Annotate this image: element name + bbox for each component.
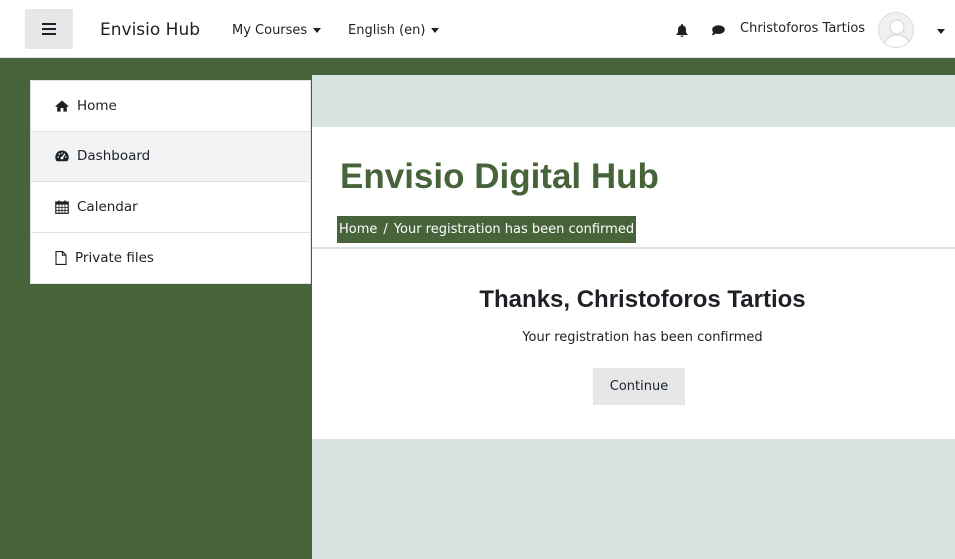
dashboard-icon <box>55 150 69 162</box>
calendar-icon <box>55 200 69 214</box>
sidebar-item-calendar[interactable]: Calendar <box>31 182 310 233</box>
page-title: Envisio Digital Hub <box>340 157 659 196</box>
sidebar-nav: Home Dashboard Calendar Private files <box>30 80 311 284</box>
sidebar-item-dashboard[interactable]: Dashboard <box>31 131 310 182</box>
language-menu[interactable]: English (en) <box>348 23 440 38</box>
caret-down-icon <box>313 28 322 33</box>
hamburger-icon <box>42 23 56 35</box>
sidebar-item-label: Home <box>77 97 117 114</box>
site-brand[interactable]: Envisio Hub <box>100 20 200 40</box>
breadcrumb: Home / Your registration has been confir… <box>337 216 637 243</box>
sidebar-item-label: Private files <box>75 249 154 266</box>
file-icon <box>55 250 67 265</box>
confirmation-message: Your registration has been confirmed <box>522 330 763 345</box>
continue-button[interactable]: Continue <box>593 368 685 405</box>
caret-down-icon <box>431 28 440 33</box>
my-courses-label: My Courses <box>232 23 308 38</box>
chat-icon[interactable] <box>711 25 725 36</box>
bell-icon[interactable] <box>676 24 688 37</box>
user-menu-name[interactable]: Christoforos Tartios <box>740 21 865 36</box>
sidebar-item-label: Dashboard <box>77 148 151 165</box>
breadcrumb-current: Your registration has been confirmed <box>393 222 635 237</box>
breadcrumb-home-link[interactable]: Home <box>339 222 377 237</box>
thanks-heading: Thanks, Christoforos Tartios <box>479 286 806 313</box>
sidebar-item-label: Calendar <box>77 198 138 215</box>
breadcrumb-separator: / <box>383 222 388 237</box>
language-label: English (en) <box>348 23 426 38</box>
avatar[interactable] <box>878 12 914 48</box>
drawer-toggle-button[interactable] <box>25 9 73 49</box>
sidebar-item-home[interactable]: Home <box>31 81 310 132</box>
user-menu-caret-icon[interactable] <box>937 29 945 34</box>
home-icon <box>55 100 69 112</box>
sidebar-item-private-files[interactable]: Private files <box>31 233 310 284</box>
user-avatar-icon <box>883 19 911 47</box>
top-navbar: Envisio Hub My Courses English (en) Chri… <box>0 0 955 58</box>
my-courses-menu[interactable]: My Courses <box>232 23 322 38</box>
